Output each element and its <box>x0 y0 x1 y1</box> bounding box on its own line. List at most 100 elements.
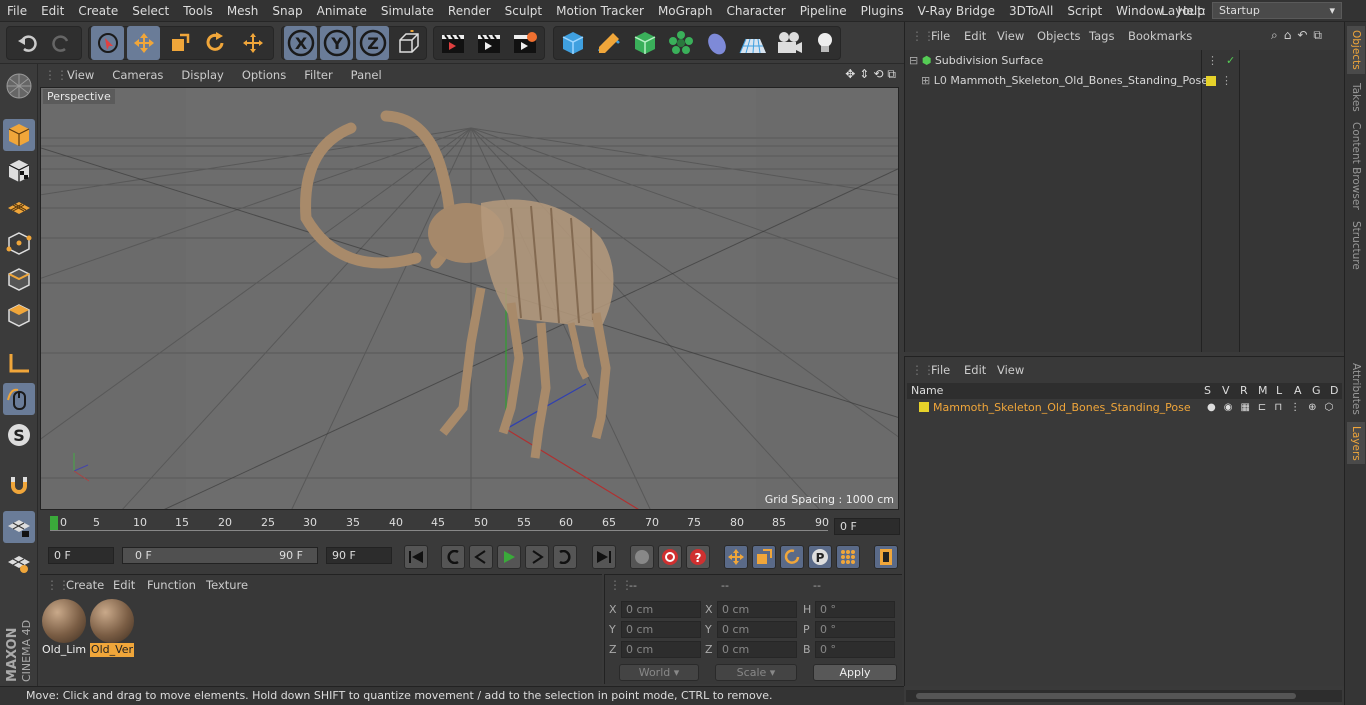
menu-character[interactable]: Character <box>719 0 792 22</box>
animation-icon[interactable]: ⋮ <box>1290 399 1300 417</box>
texture-mode-icon[interactable] <box>3 155 35 187</box>
pen-icon[interactable] <box>592 26 625 60</box>
record-rotation-icon[interactable] <box>780 545 804 569</box>
menu-select[interactable]: Select <box>125 0 176 22</box>
previous-frame-icon[interactable] <box>469 545 493 569</box>
tab-content-browser[interactable]: Content Browser <box>1347 120 1365 212</box>
timeline-window-icon[interactable] <box>874 545 898 569</box>
viewport-menu-view[interactable]: View <box>58 68 103 82</box>
points-mode-icon[interactable] <box>3 227 35 259</box>
layer-menu-view[interactable]: View <box>997 363 1024 377</box>
keyframe-selection-icon[interactable]: ? <box>686 545 710 569</box>
previous-key-icon[interactable] <box>441 545 465 569</box>
workplane-snap-icon[interactable] <box>3 547 35 579</box>
viewport-perspective[interactable]: Perspective Grid Spacing : 1000 cm <box>40 87 899 510</box>
deformer-icon[interactable]: ⬡ <box>1325 399 1334 417</box>
x-axis-icon[interactable]: X <box>284 26 317 60</box>
viewport-menu-display[interactable]: Display <box>172 68 232 82</box>
play-icon[interactable] <box>497 545 521 569</box>
position-y-field[interactable]: 0 cm <box>621 621 701 638</box>
material-old-lim[interactable]: Old_Lim <box>42 599 86 657</box>
undo-icon[interactable] <box>10 26 43 60</box>
world-dropdown[interactable]: World ▾ <box>619 664 699 681</box>
layout-dropdown[interactable]: Startup ▾ <box>1212 2 1342 19</box>
material-menu-function[interactable]: Function <box>147 578 196 592</box>
object-menu-file[interactable]: File <box>931 29 950 43</box>
render-view-icon[interactable] <box>436 26 469 60</box>
menu-create[interactable]: Create <box>71 0 125 22</box>
material-menu-create[interactable]: Create <box>66 578 104 592</box>
tab-layers[interactable]: Layers <box>1347 422 1365 464</box>
frame-range-slider[interactable]: 0 F 90 F <box>122 547 318 564</box>
end-frame-field[interactable]: 90 F <box>326 547 392 564</box>
workplane-lock-icon[interactable] <box>3 511 35 543</box>
record-position-icon[interactable] <box>724 545 748 569</box>
tab-takes[interactable]: Takes <box>1347 78 1365 116</box>
scrollbar-thumb[interactable] <box>916 693 1296 699</box>
menu-render[interactable]: Render <box>441 0 498 22</box>
tab-attributes[interactable]: Attributes <box>1347 358 1365 420</box>
live-selection-icon[interactable] <box>91 26 124 60</box>
scale-icon[interactable] <box>163 26 196 60</box>
start-frame-field[interactable]: 0 F <box>48 547 114 564</box>
record-scale-icon[interactable] <box>752 545 776 569</box>
visibility-dots-icon[interactable]: ⋮ <box>1221 72 1232 90</box>
layer-color-swatch[interactable] <box>919 402 929 412</box>
y-axis-icon[interactable]: Y <box>320 26 353 60</box>
object-menu-objects[interactable]: Objects <box>1037 29 1080 43</box>
cube-icon[interactable] <box>556 26 589 60</box>
material-old-ver[interactable]: Old_Ver <box>90 599 134 657</box>
solo-dot-icon[interactable]: ● <box>1207 399 1216 417</box>
render-settings-icon[interactable] <box>508 26 541 60</box>
material-menu-texture[interactable]: Texture <box>206 578 248 592</box>
camera-icon[interactable] <box>772 26 805 60</box>
manager-icon[interactable]: ⊏ <box>1258 399 1266 417</box>
workplane-icon[interactable] <box>3 191 35 223</box>
rotation-h-field[interactable]: 0 ° <box>815 601 895 618</box>
object-menu-edit[interactable]: Edit <box>964 29 986 43</box>
lock-icon[interactable]: ⊓ <box>1274 399 1282 417</box>
polygons-mode-icon[interactable] <box>3 299 35 331</box>
object-menu-tags[interactable]: Tags <box>1089 29 1114 43</box>
z-axis-icon[interactable]: Z <box>356 26 389 60</box>
object-row-mammoth[interactable]: ⊞ L0 Mammoth_Skeleton_Old_Bones_Standing… <box>921 72 1208 90</box>
redo-icon[interactable] <box>45 26 78 60</box>
next-key-icon[interactable] <box>553 545 577 569</box>
menu-3dtoall[interactable]: 3DToAll <box>1002 0 1060 22</box>
solo-icon[interactable]: S <box>3 419 35 451</box>
render-clapper-icon[interactable]: ▦ <box>1240 399 1249 417</box>
maximize-icon[interactable]: ⧉ <box>887 67 896 82</box>
next-frame-icon[interactable] <box>525 545 549 569</box>
layer-color-swatch[interactable] <box>1206 76 1216 86</box>
tab-structure[interactable]: Structure <box>1347 216 1365 274</box>
menu-snap[interactable]: Snap <box>265 0 309 22</box>
rotation-p-field[interactable]: 0 ° <box>815 621 895 638</box>
record-parameter-icon[interactable]: P <box>808 545 832 569</box>
horizontal-scrollbar[interactable] <box>906 690 1342 702</box>
column-view[interactable]: V <box>1222 384 1230 397</box>
column-solo[interactable]: S <box>1204 384 1211 397</box>
menu-pipeline[interactable]: Pipeline <box>793 0 854 22</box>
viewport-menu-cameras[interactable]: Cameras <box>103 68 172 82</box>
go-to-start-icon[interactable] <box>404 545 428 569</box>
position-z-field[interactable]: 0 cm <box>621 641 701 658</box>
column-deformers[interactable]: D <box>1330 384 1338 397</box>
autokey-icon[interactable] <box>658 545 682 569</box>
viewport-menu-options[interactable]: Options <box>233 68 295 82</box>
layer-menu-file[interactable]: File <box>931 363 950 377</box>
rotate-icon[interactable] <box>199 26 232 60</box>
collapse-icon[interactable]: ⊟ <box>909 54 918 67</box>
size-x-field[interactable]: 0 cm <box>717 601 797 618</box>
viewport-menu-filter[interactable]: Filter <box>295 68 341 82</box>
column-render[interactable]: R <box>1240 384 1248 397</box>
deformer-icon[interactable] <box>700 26 733 60</box>
generator-icon[interactable]: ⊕ <box>1308 399 1316 417</box>
floor-icon[interactable] <box>736 26 769 60</box>
object-row-subdivision[interactable]: ⊟ ⬢ Subdivision Surface <box>909 52 1043 70</box>
light-icon[interactable] <box>808 26 841 60</box>
menu-tools[interactable]: Tools <box>176 0 220 22</box>
model-mode-icon[interactable] <box>3 119 35 151</box>
render-picture-viewer-icon[interactable] <box>472 26 505 60</box>
playhead[interactable] <box>50 516 58 530</box>
menu-file[interactable]: File <box>0 0 34 22</box>
